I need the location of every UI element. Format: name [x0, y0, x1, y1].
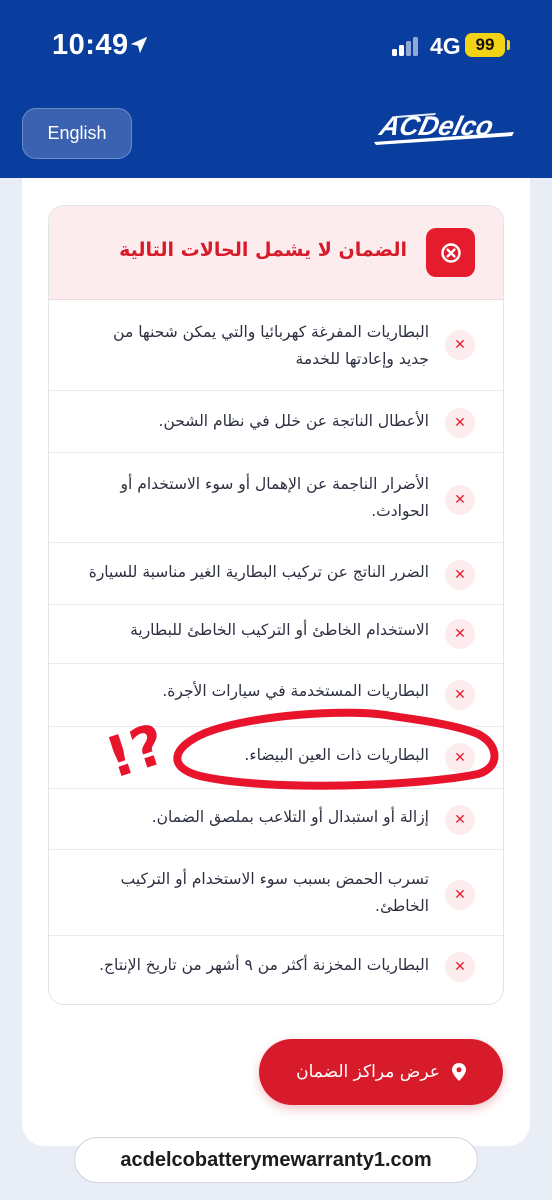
- browser-url-bar[interactable]: acdelcobatterymewarranty1.com: [74, 1137, 478, 1183]
- list-item-text: البطاريات المفرغة كهربائيا والتي يمكن شح…: [113, 323, 429, 368]
- x-mark-icon: ✕: [445, 743, 475, 773]
- list-item: ✕ الضرر الناتج عن تركيب البطارية الغير م…: [49, 543, 503, 605]
- exclusions-header: الضمان لا يشمل الحالات التالية: [49, 206, 503, 300]
- signal-icon: [392, 36, 422, 56]
- x-mark-icon: ✕: [445, 619, 475, 649]
- x-mark-icon: ✕: [445, 330, 475, 360]
- warranty-centers-label: عرض مراكز الضمان: [296, 1062, 440, 1082]
- status-bar: 10:49 4G 99: [0, 0, 552, 92]
- acdelco-logo[interactable]: ACDelco: [366, 104, 522, 154]
- list-item-text: الضرر الناتج عن تركيب البطارية الغير منا…: [88, 563, 429, 581]
- list-item-text: تسرب الحمض بسبب سوء الاستخدام أو التركيب…: [120, 870, 429, 915]
- location-arrow-icon: [130, 36, 148, 54]
- list-item-text: الاستخدام الخاطئ أو التركيب الخاطئ للبطا…: [130, 621, 429, 639]
- list-item: ✕ البطاريات المفرغة كهربائيا والتي يمكن …: [49, 300, 503, 391]
- list-item: ✕ البطاريات المستخدمة في سيارات الأجرة.: [49, 664, 503, 727]
- network-type: 4G: [430, 33, 461, 59]
- list-item-text: إزالة أو استبدال أو التلاعب بملصق الضمان…: [151, 808, 429, 826]
- exclusions-title: الضمان لا يشمل الحالات التالية: [119, 239, 407, 261]
- exclusions-panel: الضمان لا يشمل الحالات التالية ✕ البطاري…: [48, 205, 504, 1005]
- x-mark-icon: ✕: [445, 485, 475, 515]
- list-item: ✕ البطاريات ذات العين البيضاء.: [49, 727, 503, 789]
- x-mark-icon: ✕: [445, 952, 475, 982]
- list-item: ✕ الأضرار الناجمة عن الإهمال أو سوء الاس…: [49, 453, 503, 543]
- list-item: ✕ إزالة أو استبدال أو التلاعب بملصق الضم…: [49, 789, 503, 850]
- list-item-text: الأعطال الناتجة عن خلل في نظام الشحن.: [158, 412, 429, 430]
- list-item-text: البطاريات ذات العين البيضاء.: [244, 746, 429, 764]
- app-header: 10:49 4G 99 English ACDelco: [0, 0, 552, 178]
- close-circle-icon: [426, 228, 475, 277]
- warranty-centers-button[interactable]: عرض مراكز الضمان: [259, 1039, 503, 1105]
- list-item: ✕ البطاريات المخزنة أكثر من ٩ أشهر من تا…: [49, 936, 503, 1004]
- battery-tip: [507, 40, 510, 50]
- location-pin-icon: [451, 1063, 466, 1081]
- list-item: ✕ تسرب الحمض بسبب سوء الاستخدام أو الترك…: [49, 850, 503, 936]
- status-time: 10:49: [52, 29, 129, 61]
- x-mark-icon: ✕: [445, 805, 475, 835]
- x-mark-icon: ✕: [445, 880, 475, 910]
- x-mark-icon: ✕: [445, 408, 475, 438]
- language-button[interactable]: English: [22, 108, 132, 159]
- list-item: ✕ الاستخدام الخاطئ أو التركيب الخاطئ للب…: [49, 605, 503, 664]
- x-mark-icon: ✕: [445, 680, 475, 710]
- x-mark-icon: ✕: [445, 560, 475, 590]
- list-item-text: البطاريات المستخدمة في سيارات الأجرة.: [162, 682, 429, 700]
- list-item-text: البطاريات المخزنة أكثر من ٩ أشهر من تاري…: [99, 956, 429, 974]
- battery-icon: 99: [465, 33, 505, 57]
- list-item-text: الأضرار الناجمة عن الإهمال أو سوء الاستخ…: [120, 475, 429, 520]
- list-item: ✕ الأعطال الناتجة عن خلل في نظام الشحن.: [49, 391, 503, 453]
